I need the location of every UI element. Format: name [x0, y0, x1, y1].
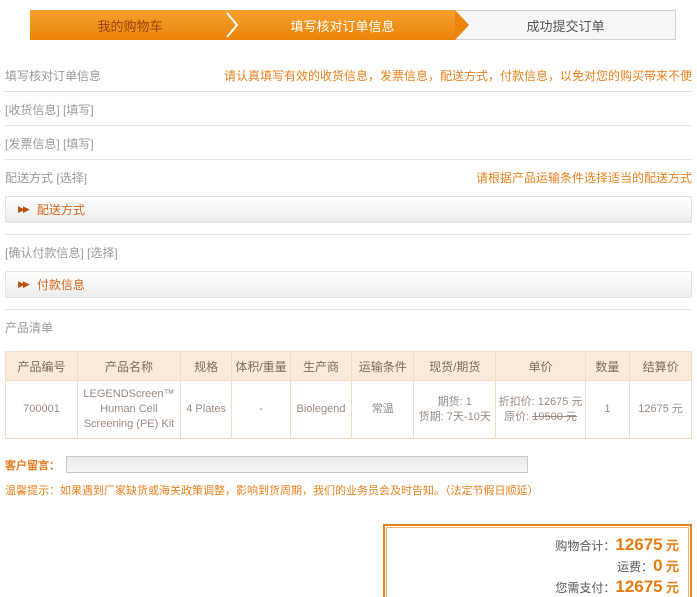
- step-fill-order-info[interactable]: 填写核对订单信息: [230, 10, 455, 40]
- subtotal-label: 购物合计：: [555, 539, 615, 553]
- totals-box: 购物合计：12675 元 运费：0 元 您需支付：12675 元 最终实付金额以…: [383, 524, 692, 597]
- payment-info-bar[interactable]: ▶▶ 付款信息: [5, 271, 692, 298]
- payable-value: 12675: [615, 577, 662, 596]
- product-volume-weight: -: [232, 381, 290, 439]
- product-list-header-row: 产品清单: [5, 310, 692, 343]
- delivery-bar-label: 配送方式: [37, 201, 85, 218]
- totals-wrapper: 购物合计：12675 元 运费：0 元 您需支付：12675 元 最终实付金额以…: [5, 524, 692, 597]
- shipping-fill-link[interactable]: [填写]: [63, 103, 94, 117]
- col-manufacturer: 生产商: [290, 352, 352, 381]
- product-name-link[interactable]: LEGENDScreen™ Human Cell Screening (PE) …: [78, 381, 181, 439]
- product-id-link[interactable]: 700001: [6, 381, 78, 439]
- invoice-info-label: [发票信息]: [5, 137, 60, 151]
- shipping-fee-label: 运费：: [617, 560, 653, 574]
- chevron-separator-icon: [224, 10, 240, 40]
- col-transport: 运输条件: [352, 352, 414, 381]
- order-confirm-page: 我的购物车 填写核对订单信息 成功提交订单 填写核对订单信息 请认真填写有效的收…: [0, 10, 697, 597]
- product-quantity: 1: [585, 381, 630, 439]
- product-table: 产品编号 产品名称 规格 体积/重量 生产商 运输条件 现货/期货 单价 数量 …: [5, 351, 692, 439]
- payment-label: [确认付款信息]: [5, 246, 84, 260]
- product-list-title: 产品清单: [5, 319, 53, 336]
- double-arrow-icon: ▶▶: [18, 279, 28, 290]
- payable-line: 您需支付：12675 元: [396, 577, 679, 597]
- payment-header-row: [确认付款信息] [选择]: [5, 235, 692, 268]
- payable-unit: 元: [666, 580, 679, 595]
- shipping-info-row: [收货信息] [填写]: [5, 92, 692, 125]
- col-spec: 规格: [180, 352, 231, 381]
- customer-message-input[interactable]: [66, 456, 528, 473]
- delivery-method-bar[interactable]: ▶▶ 配送方式: [5, 196, 692, 223]
- product-unit-price: 折扣价: 12675 元 原价: 19500 元: [496, 381, 585, 439]
- col-volume-weight: 体积/重量: [232, 352, 290, 381]
- col-unit-price: 单价: [496, 352, 585, 381]
- totals-box-inner: 购物合计：12675 元 运费：0 元 您需支付：12675 元 最终实付金额以…: [386, 527, 689, 597]
- shipping-fee-value: 0: [653, 556, 662, 575]
- subtotal-line: 购物合计：12675 元: [396, 535, 679, 556]
- delivery-label: 配送方式: [5, 171, 53, 185]
- step-my-cart[interactable]: 我的购物车: [30, 10, 230, 40]
- original-price-label: 原价:: [504, 411, 532, 423]
- delivery-select-link[interactable]: [选择]: [56, 171, 87, 185]
- invoice-info-row: [发票信息] [填写]: [5, 126, 692, 159]
- step-order-submitted[interactable]: 成功提交订单: [455, 10, 676, 40]
- subtotal-unit: 元: [666, 538, 679, 553]
- shipping-info-label: [收货信息]: [5, 103, 60, 117]
- product-spec: 4 Plates: [180, 381, 231, 439]
- section-header-row: 填写核对订单信息 请认真填写有效的收货信息，发票信息，配送方式，付款信息，以免对…: [5, 58, 692, 91]
- double-arrow-icon: ▶▶: [18, 204, 28, 215]
- stock-line1: 期货: 1: [438, 396, 472, 408]
- invoice-fill-link[interactable]: [填写]: [63, 137, 94, 151]
- table-row: 700001 LEGENDScreen™ Human Cell Screenin…: [6, 381, 692, 439]
- delivery-hint: 请根据产品运输条件选择适当的配送方式: [476, 169, 692, 186]
- payable-label: 您需支付：: [555, 581, 615, 595]
- product-manufacturer: Biolegend: [290, 381, 352, 439]
- notice-text: 温馨提示：如果遇到厂家缺货或海关政策调整，影响到货周期，我们的业务员会及时告知。…: [5, 482, 692, 498]
- product-stock: 期货: 1 货期: 7天-10天: [414, 381, 496, 439]
- section-title: 填写核对订单信息: [5, 67, 101, 84]
- col-product-name: 产品名称: [78, 352, 181, 381]
- product-settle-price: 12675 元: [630, 381, 692, 439]
- col-settle-price: 结算价: [630, 352, 692, 381]
- section-hint: 请认真填写有效的收货信息，发票信息，配送方式，付款信息，以免对您的购买带来不便: [224, 67, 692, 84]
- col-product-id: 产品编号: [6, 352, 78, 381]
- delivery-header-row: 配送方式 [选择] 请根据产品运输条件选择适当的配送方式: [5, 160, 692, 193]
- shipping-fee-unit: 元: [666, 559, 679, 574]
- payment-bar-label: 付款信息: [37, 276, 85, 293]
- progress-active-segment: 我的购物车 填写核对订单信息: [30, 10, 455, 40]
- col-quantity: 数量: [585, 352, 630, 381]
- customer-message-label: 客户留言：: [5, 457, 60, 473]
- col-stock: 现货/期货: [414, 352, 496, 381]
- original-price: 19500 元: [532, 411, 577, 423]
- shipping-fee-line: 运费：0 元: [396, 556, 679, 577]
- checkout-progress-steps: 我的购物车 填写核对订单信息 成功提交订单: [30, 10, 676, 40]
- payment-select-link[interactable]: [选择]: [87, 246, 118, 260]
- customer-message-row: 客户留言：: [5, 456, 692, 473]
- subtotal-value: 12675: [615, 535, 662, 554]
- product-transport-condition: 常温: [352, 381, 414, 439]
- table-header-row: 产品编号 产品名称 规格 体积/重量 生产商 运输条件 现货/期货 单价 数量 …: [6, 352, 692, 381]
- discount-price: 折扣价: 12675 元: [499, 396, 583, 408]
- arrow-right-icon: [455, 10, 469, 40]
- stock-line2: 货期: 7天-10天: [419, 411, 491, 423]
